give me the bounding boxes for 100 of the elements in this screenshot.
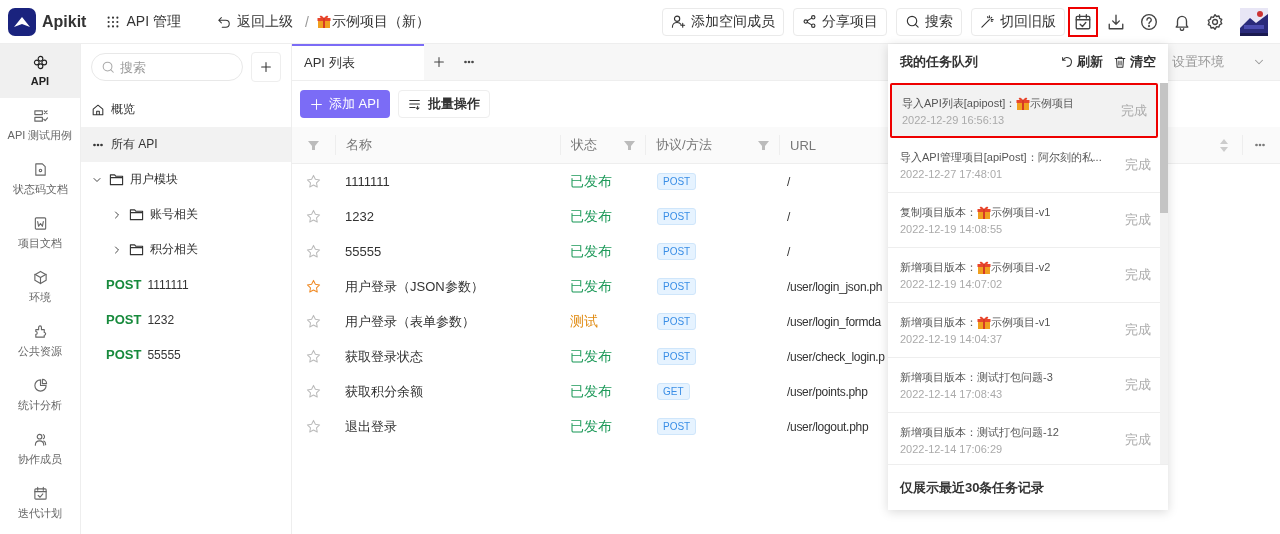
table-cell: / — [787, 244, 791, 259]
filter-icon[interactable] — [308, 139, 319, 151]
method-tag: POST — [657, 243, 697, 260]
star-icon[interactable] — [306, 384, 321, 399]
menu-link[interactable]: API 管理 — [126, 12, 181, 31]
method-label: POST — [106, 312, 142, 327]
table-cell: 用户登录（表单参数） — [345, 313, 475, 329]
nav-icon — [32, 377, 48, 393]
add-api-button[interactable]: 添加 API — [300, 90, 390, 118]
task-time: 2022-12-27 17:48:01 — [900, 168, 1004, 180]
tab[interactable]: API 列表 — [292, 44, 424, 80]
method-tag: GET — [657, 383, 690, 400]
task-time: 2022-12-19 14:07:02 — [900, 278, 1004, 290]
nav-item[interactable]: 协作成员 — [0, 422, 80, 476]
tree-label: 1232 — [147, 312, 175, 327]
tree-item[interactable]: 所有 API — [81, 127, 291, 162]
list-icon — [407, 97, 422, 111]
star-icon[interactable] — [306, 314, 321, 329]
brand-name: Apikit — [42, 12, 87, 31]
batch-button[interactable]: 批量操作 — [397, 90, 490, 118]
method-tag: POST — [657, 418, 697, 435]
tree-item[interactable]: POST 1232 — [81, 302, 291, 337]
project-name: 示例项目-v1 — [991, 205, 1051, 220]
back-link[interactable]: 返回上级 — [236, 12, 293, 31]
toolbar-icon-button[interactable] — [1068, 6, 1098, 37]
star-icon[interactable] — [306, 174, 321, 189]
toolbar-button[interactable]: 添加空间成员 — [662, 7, 784, 36]
method-tag: POST — [657, 348, 697, 365]
method-label: POST — [106, 347, 142, 362]
tree-item[interactable]: 概览 — [81, 92, 291, 127]
table-cell: 获取积分余额 — [345, 383, 423, 399]
nav-icon — [32, 323, 48, 339]
undo-icon — [216, 14, 231, 29]
search-field[interactable]: 搜索 — [91, 53, 243, 81]
nav-item[interactable]: API 测试用例 — [0, 98, 80, 152]
add-user-icon — [671, 14, 686, 29]
task-title: 复制项目版本： — [900, 205, 977, 220]
filter-icon[interactable] — [758, 139, 769, 151]
star-icon[interactable] — [306, 419, 321, 434]
method-tag: POST — [657, 313, 697, 330]
nav-icon — [32, 161, 48, 177]
grid-icon — [106, 14, 121, 29]
task-title: 新增项目版本： — [900, 315, 977, 330]
method-label: POST — [106, 277, 142, 292]
help-icon — [1140, 12, 1158, 31]
panel-title: 我的任务队列 — [900, 53, 978, 71]
column-header: 协议/方法 — [656, 136, 712, 154]
column-header: URL — [790, 137, 816, 153]
project-name[interactable]: 示例项目（新） — [331, 12, 430, 31]
nav-item[interactable]: 项目文档 — [0, 206, 80, 260]
project-name: 示例项目-v1 — [991, 315, 1051, 330]
task-title: 新增项目版本：测试打包问题-3 — [900, 370, 1053, 385]
download-icon — [1107, 12, 1125, 31]
add-button[interactable] — [251, 52, 281, 82]
home-icon — [91, 102, 105, 117]
nav-icon — [32, 431, 48, 447]
star-icon[interactable] — [306, 349, 321, 364]
tree-item[interactable]: 账号相关 — [81, 197, 291, 232]
nav-item[interactable]: API — [0, 44, 80, 98]
toolbar-button[interactable]: 分享项目 — [793, 7, 887, 36]
tree-item[interactable]: 积分相关 — [81, 232, 291, 267]
clear-button[interactable]: 清空 — [1113, 53, 1156, 71]
nav-item[interactable]: 统计分析 — [0, 368, 80, 422]
method-tag: POST — [657, 208, 697, 225]
plus-icon — [259, 60, 273, 74]
nav-icon — [32, 269, 48, 285]
star-icon[interactable] — [306, 244, 321, 259]
search-icon — [101, 60, 115, 74]
nav-item[interactable]: 状态码文档 — [0, 152, 80, 206]
task-status: 完成 — [1125, 266, 1151, 284]
logo-icon[interactable] — [8, 7, 36, 36]
star-icon[interactable] — [306, 279, 321, 294]
magic-wand-icon — [980, 14, 995, 29]
scrollbar[interactable] — [1160, 83, 1168, 464]
tree-item[interactable]: 用户模块 — [81, 162, 291, 197]
filter-icon[interactable] — [624, 139, 635, 151]
status-label: 已发布 — [570, 277, 612, 294]
sort-icon[interactable] — [1219, 138, 1228, 152]
plus-icon — [310, 97, 323, 111]
nav-item[interactable]: 公共资源 — [0, 314, 80, 368]
task-time: 2022-12-29 16:56:13 — [902, 113, 1006, 126]
refresh-button[interactable]: 刷新 — [1060, 53, 1103, 71]
tree-item[interactable]: POST 1111111 — [81, 267, 291, 302]
star-icon[interactable] — [306, 209, 321, 224]
status-label: 已发布 — [570, 382, 612, 399]
tree-label: 1111111 — [147, 277, 189, 292]
folder-icon — [109, 172, 124, 187]
task-time: 2022-12-19 14:08:55 — [900, 223, 1004, 235]
task-status: 完成 — [1121, 101, 1147, 120]
column-header: 状态 — [571, 136, 597, 154]
nav-item[interactable]: 迭代计划 — [0, 476, 80, 530]
search-icon — [905, 14, 920, 29]
toolbar-button[interactable]: 搜索 — [896, 7, 962, 36]
table-cell: 1111111 — [345, 174, 390, 189]
toolbar-button[interactable]: 切回旧版 — [971, 7, 1065, 36]
tree-item[interactable]: POST 55555 — [81, 337, 291, 372]
table-cell: /user/login_json.ph — [787, 279, 883, 294]
nav-item[interactable]: 环境 — [0, 260, 80, 314]
plus-icon — [432, 55, 446, 69]
task-item[interactable]: 导入API列表[apipost]： 示例项目 2022-12-29 16:56:13 完成 — [890, 83, 1158, 138]
